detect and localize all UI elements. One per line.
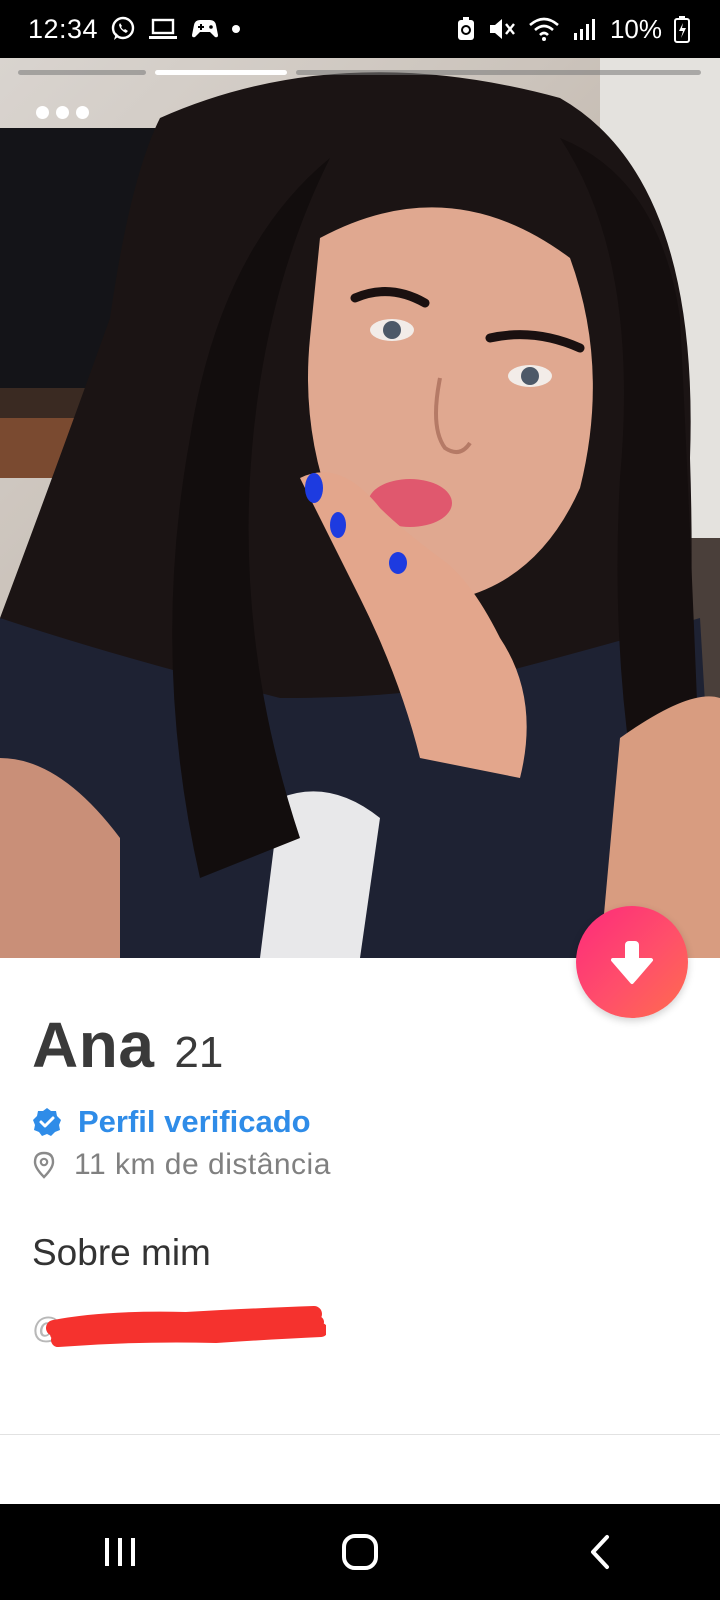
- back-icon[interactable]: [560, 1522, 640, 1582]
- battery-percent: 10%: [609, 13, 662, 44]
- recent-apps-icon[interactable]: [80, 1522, 160, 1582]
- redaction-scribble: [46, 1306, 326, 1347]
- status-right: 10%: [456, 14, 690, 45]
- photo-scene: [0, 58, 720, 958]
- profile-name: Ana: [32, 1009, 155, 1081]
- collapse-profile-button[interactable]: [576, 906, 688, 1018]
- laptop-icon: [148, 17, 178, 41]
- photo-progress-3: [296, 70, 701, 75]
- status-time: 12:34: [28, 13, 99, 44]
- photo-progress-2-active: [155, 70, 287, 75]
- distance-row: 11 km de distância: [32, 1148, 331, 1182]
- battery-charging-icon: [674, 15, 690, 43]
- status-bar: 12:34 10%: [0, 0, 720, 58]
- game-controller-icon: [190, 17, 220, 41]
- verified-label: Perfil verificado: [78, 1104, 311, 1139]
- status-left: 12:34: [28, 13, 241, 45]
- location-pin-icon: [33, 1151, 55, 1179]
- name-row: Ana 21: [32, 1008, 223, 1082]
- verified-check-icon: [33, 1108, 61, 1136]
- wifi-icon: [528, 16, 560, 42]
- profile-age: 21: [174, 1028, 224, 1077]
- arrow-down-icon: [611, 941, 653, 984]
- more-dots-icon[interactable]: [36, 106, 89, 119]
- photo-progress-1: [18, 70, 146, 75]
- signal-icon: [572, 16, 598, 42]
- verified-badge[interactable]: Perfil verificado: [32, 1104, 311, 1140]
- about-handle: @: [32, 1306, 332, 1350]
- whatsapp-icon: [110, 16, 136, 42]
- distance-label: 11 km de distância: [74, 1148, 331, 1181]
- about-title: Sobre mim: [32, 1232, 211, 1273]
- home-icon[interactable]: [320, 1522, 400, 1582]
- notification-dot: [232, 25, 241, 33]
- battery-saver-icon: [456, 16, 476, 42]
- mute-icon: [488, 16, 516, 42]
- section-divider: [0, 1434, 720, 1435]
- profile-photo[interactable]: [0, 58, 720, 958]
- system-nav-bar: [0, 1504, 720, 1600]
